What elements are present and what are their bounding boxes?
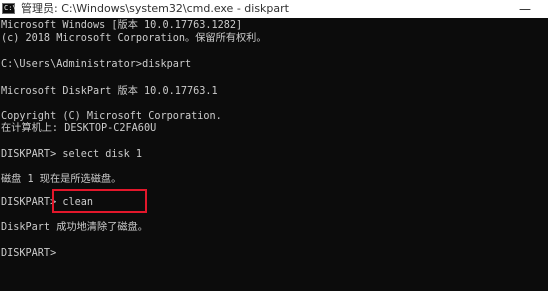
console-prompt-line: DISKPART> [1, 248, 57, 259]
console-line: DiskPart 成功地清除了磁盘。 [1, 222, 148, 233]
input-cursor[interactable] [56, 250, 62, 260]
console-line: C:\Users\Administrator>diskpart [1, 59, 192, 70]
title-bar[interactable]: C:\ 管理员: C:\Windows\system32\cmd.exe - d… [0, 0, 548, 18]
console-line: Microsoft DiskPart 版本 10.0.17763.1 [1, 86, 218, 97]
cmd-window: C:\ 管理员: C:\Windows\system32\cmd.exe - d… [0, 0, 548, 291]
console-output[interactable]: Microsoft Windows [版本 10.0.17763.1282] (… [0, 18, 548, 291]
window-title: 管理员: C:\Windows\system32\cmd.exe - diskp… [21, 2, 289, 15]
minimize-button[interactable]: — [502, 0, 548, 18]
console-line: 在计算机上: DESKTOP-C2FA60U [1, 123, 157, 134]
console-line: (c) 2018 Microsoft Corporation。保留所有权利。 [1, 33, 267, 44]
minimize-icon: — [519, 2, 531, 16]
cmd-icon: C:\ [2, 3, 17, 14]
clean-command-highlight [52, 189, 147, 213]
console-line: DISKPART> select disk 1 [1, 149, 143, 160]
console-line: 磁盘 1 现在是所选磁盘。 [1, 174, 122, 185]
console-line: Microsoft Windows [版本 10.0.17763.1282] [1, 20, 243, 31]
